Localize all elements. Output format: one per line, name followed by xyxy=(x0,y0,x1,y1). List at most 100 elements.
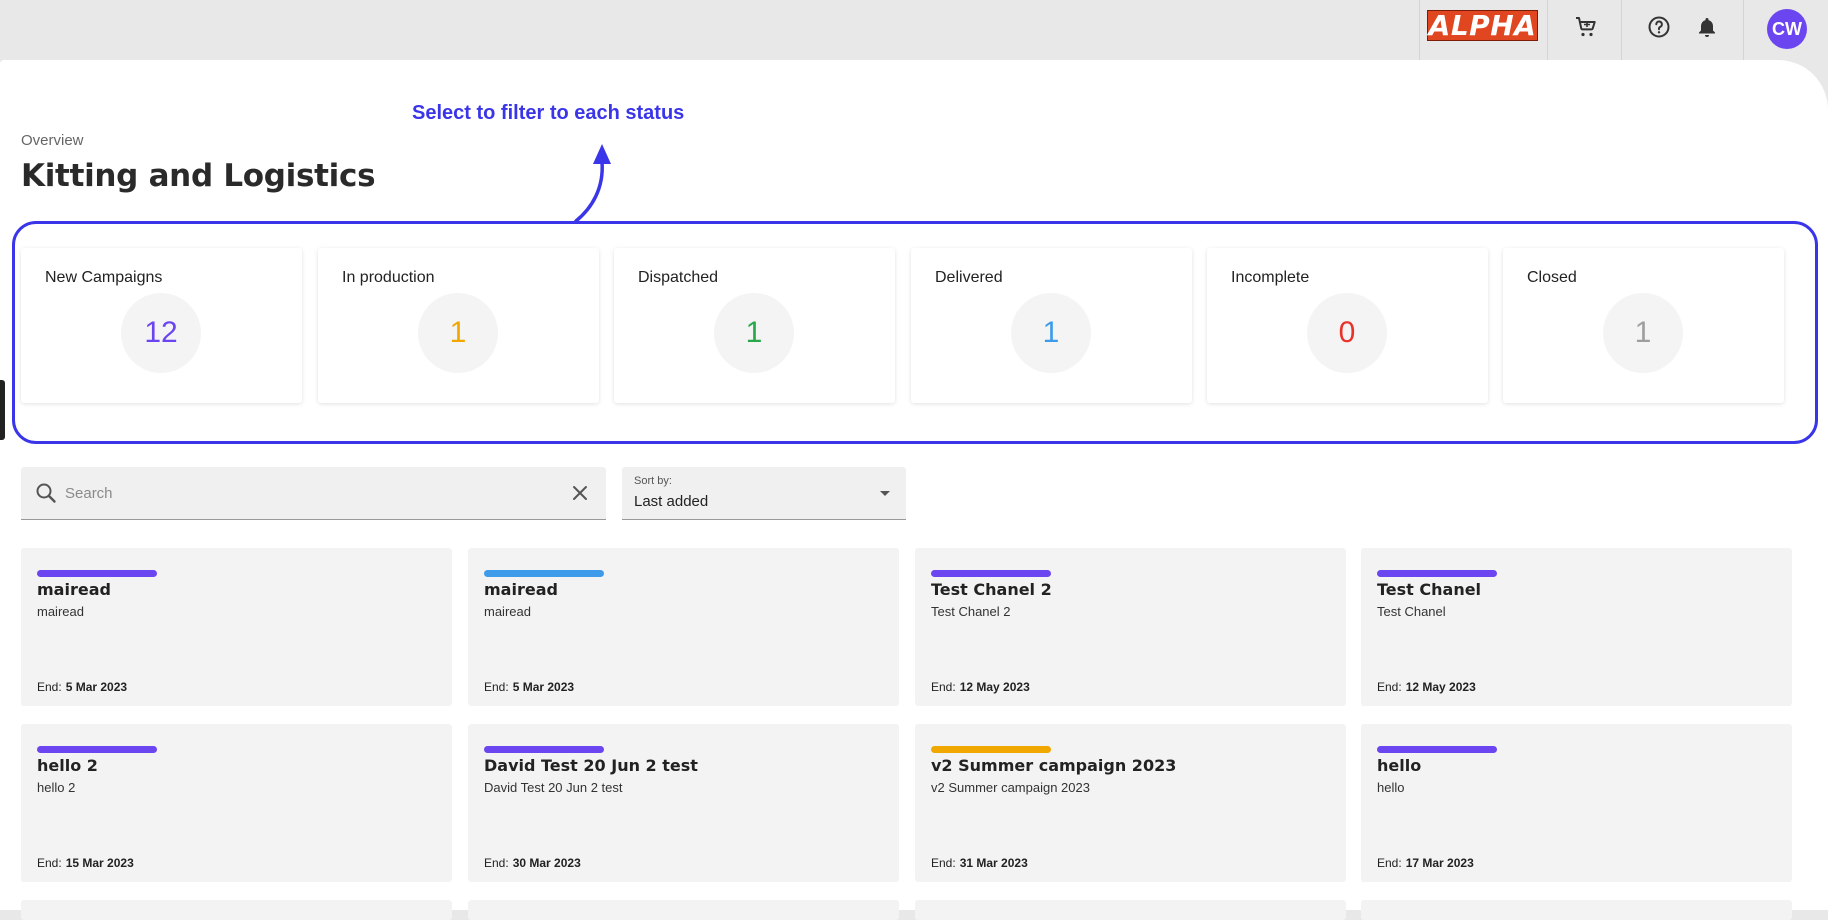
campaign-end-date: End: 12 May 2023 xyxy=(931,680,1030,694)
status-card-count: 1 xyxy=(1603,293,1683,373)
status-card[interactable]: Closed 1 xyxy=(1503,248,1784,403)
end-date-value: 17 Mar 2023 xyxy=(1405,856,1474,870)
campaign-end-date: End: 5 Mar 2023 xyxy=(484,680,574,694)
campaign-subtitle: mairead xyxy=(37,604,84,619)
status-card[interactable]: New Campaigns 12 xyxy=(21,248,302,403)
status-card[interactable]: In production 1 xyxy=(318,248,599,403)
divider xyxy=(1419,0,1420,60)
campaign-end-date: End: 5 Mar 2023 xyxy=(37,680,127,694)
campaign-name: David Test 20 Jun 2 test xyxy=(484,756,698,775)
breadcrumb[interactable]: Overview xyxy=(21,132,84,149)
end-label: End: xyxy=(484,680,509,694)
status-card-label: Closed xyxy=(1527,269,1577,286)
end-label: End: xyxy=(37,856,62,870)
divider xyxy=(1547,0,1548,60)
page-title: Kitting and Logistics xyxy=(21,158,376,194)
cart-icon[interactable] xyxy=(1572,13,1600,41)
campaign-subtitle: David Test 20 Jun 2 test xyxy=(484,780,623,795)
campaign-name: mairead xyxy=(484,580,558,599)
campaign-name: mairead xyxy=(37,580,111,599)
end-date-value: 12 May 2023 xyxy=(959,680,1030,694)
campaign-subtitle: Test Chanel xyxy=(1377,604,1446,619)
status-color-bar xyxy=(484,746,604,753)
sidebar-handle[interactable] xyxy=(0,380,5,440)
campaign-card[interactable] xyxy=(1361,900,1792,920)
campaign-name: v2 Summer campaign 2023 xyxy=(931,756,1177,775)
campaign-subtitle: hello 2 xyxy=(37,780,76,795)
divider xyxy=(1621,0,1622,60)
sort-value: Last added xyxy=(634,493,709,510)
status-color-bar xyxy=(1377,570,1497,577)
campaign-end-date: End: 17 Mar 2023 xyxy=(1377,856,1474,870)
status-card-label: In production xyxy=(342,269,435,286)
brand-logo[interactable]: ALPHA xyxy=(1427,10,1538,41)
campaign-card[interactable]: hello 2 hello 2 End: 15 Mar 2023 xyxy=(21,724,452,882)
end-label: End: xyxy=(1377,680,1402,694)
end-date-value: 30 Mar 2023 xyxy=(512,856,581,870)
help-icon[interactable] xyxy=(1645,13,1673,41)
end-date-value: 15 Mar 2023 xyxy=(65,856,134,870)
end-label: End: xyxy=(1377,856,1402,870)
status-color-bar xyxy=(37,746,157,753)
campaign-card[interactable] xyxy=(21,900,452,920)
status-color-bar xyxy=(1377,746,1497,753)
status-card-count: 1 xyxy=(418,293,498,373)
campaign-card[interactable]: David Test 20 Jun 2 test David Test 20 Ju… xyxy=(468,724,899,882)
campaign-end-date: End: 31 Mar 2023 xyxy=(931,856,1028,870)
status-color-bar xyxy=(37,570,157,577)
divider xyxy=(1743,0,1744,60)
status-card-label: New Campaigns xyxy=(45,269,163,286)
search-box xyxy=(21,467,606,520)
campaign-card[interactable]: Test Chanel 2 Test Chanel 2 End: 12 May 202… xyxy=(915,548,1346,706)
search-icon xyxy=(36,483,56,503)
campaign-subtitle: v2 Summer campaign 2023 xyxy=(931,780,1090,795)
end-date-value: 31 Mar 2023 xyxy=(959,856,1028,870)
campaign-subtitle: hello xyxy=(1377,780,1405,795)
campaign-subtitle: mairead xyxy=(484,604,531,619)
campaign-name: Test Chanel 2 xyxy=(931,580,1052,599)
top-bar: ALPHA CW xyxy=(0,0,1828,60)
end-date-value: 12 May 2023 xyxy=(1405,680,1476,694)
campaign-end-date: End: 12 May 2023 xyxy=(1377,680,1476,694)
end-date-value: 5 Mar 2023 xyxy=(65,680,128,694)
campaign-end-date: End: 30 Mar 2023 xyxy=(484,856,581,870)
status-color-bar xyxy=(931,746,1051,753)
campaign-card[interactable] xyxy=(915,900,1346,920)
end-label: End: xyxy=(931,856,956,870)
status-card-label: Incomplete xyxy=(1231,269,1310,286)
campaign-name: Test Chanel xyxy=(1377,580,1482,599)
status-card-count: 0 xyxy=(1307,293,1387,373)
status-card-label: Dispatched xyxy=(638,269,719,286)
end-date-value: 5 Mar 2023 xyxy=(512,680,575,694)
end-label: End: xyxy=(37,680,62,694)
campaign-card[interactable]: Test Chanel Test Chanel End: 12 May 2023 xyxy=(1361,548,1792,706)
annotation-arrow-icon xyxy=(574,144,611,223)
campaign-end-date: End: 15 Mar 2023 xyxy=(37,856,134,870)
bell-icon[interactable] xyxy=(1693,13,1721,41)
chevron-down-icon xyxy=(880,491,890,496)
end-label: End: xyxy=(931,680,956,694)
status-card-count: 1 xyxy=(714,293,794,373)
clear-search-icon[interactable] xyxy=(569,482,591,504)
campaign-name: hello xyxy=(1377,756,1422,775)
campaign-card[interactable]: mairead mairead End: 5 Mar 2023 xyxy=(21,548,452,706)
status-card[interactable]: Dispatched 1 xyxy=(614,248,895,403)
campaign-card[interactable]: hello hello End: 17 Mar 2023 xyxy=(1361,724,1792,882)
campaign-subtitle: Test Chanel 2 xyxy=(931,604,1011,619)
end-label: End: xyxy=(484,856,509,870)
campaign-card[interactable]: mairead mairead End: 5 Mar 2023 xyxy=(468,548,899,706)
search-input[interactable] xyxy=(65,481,545,505)
annotation-text: Select to filter to each status xyxy=(412,102,685,124)
status-color-bar xyxy=(931,570,1051,577)
campaign-card[interactable]: v2 Summer campaign 2023 v2 Summer campaig… xyxy=(915,724,1346,882)
status-card-count: 1 xyxy=(1011,293,1091,373)
status-card-label: Delivered xyxy=(935,269,1003,286)
status-card[interactable]: Delivered 1 xyxy=(911,248,1192,403)
sort-select[interactable]: Sort by: Last added xyxy=(622,467,906,520)
status-color-bar xyxy=(484,570,604,577)
campaign-card[interactable] xyxy=(468,900,899,920)
status-card-count: 12 xyxy=(121,293,201,373)
status-card[interactable]: Incomplete 0 xyxy=(1207,248,1488,403)
user-avatar[interactable]: CW xyxy=(1767,9,1807,49)
campaign-name: hello 2 xyxy=(37,756,98,775)
